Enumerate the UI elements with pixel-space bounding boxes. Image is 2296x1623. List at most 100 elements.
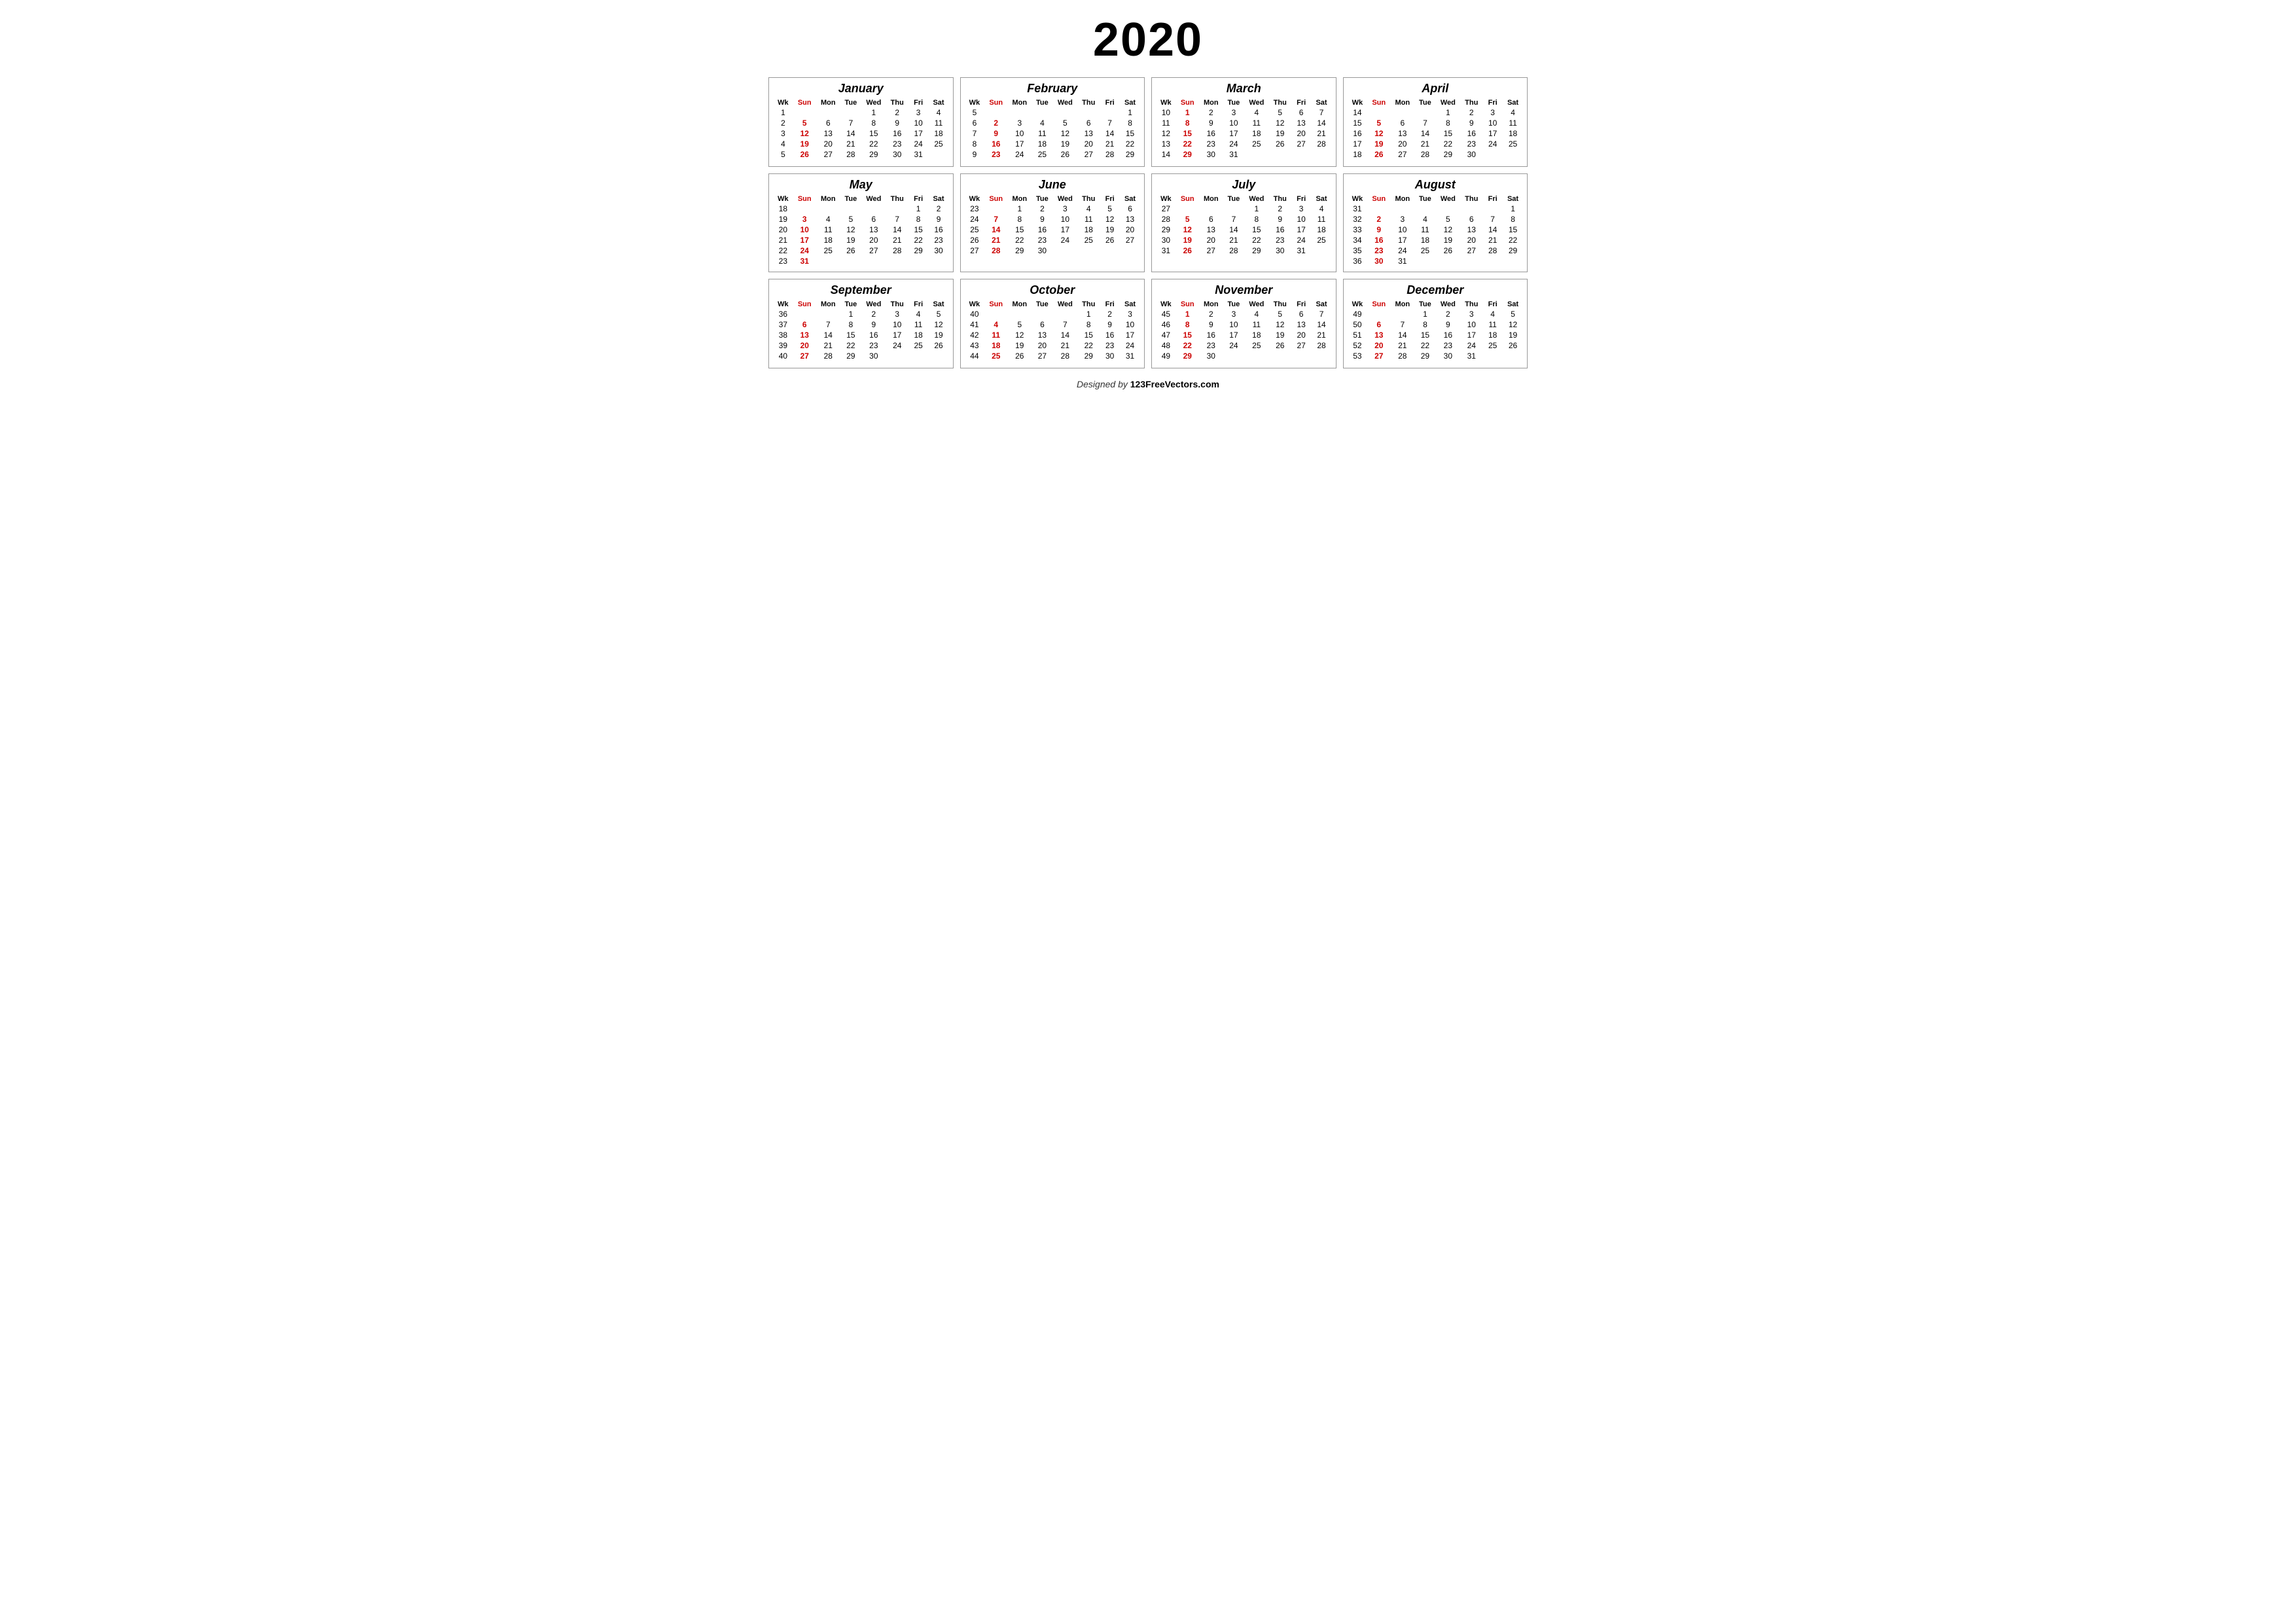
month-title-june: June — [965, 178, 1141, 192]
day-cell: 23 — [861, 340, 886, 351]
day-cell: 12 — [840, 224, 861, 235]
day-cell: 2 — [1199, 107, 1223, 118]
day-cell: 31 — [1390, 256, 1414, 266]
day-cell: 13 — [816, 128, 840, 139]
day-cell — [1312, 361, 1332, 363]
day-cell — [1390, 204, 1414, 214]
day-cell: 1 — [1077, 309, 1100, 319]
day-cell: 5 — [1503, 309, 1523, 319]
day-cell: 16 — [929, 224, 949, 235]
day-cell: 31 — [908, 149, 929, 160]
day-cell: 14 — [840, 128, 861, 139]
day-cell: 10 — [1120, 319, 1140, 330]
week-row: 14293031 — [1156, 149, 1332, 160]
day-cell: 9 — [929, 214, 949, 224]
day-cell: 2 — [886, 107, 908, 118]
day-cell: 8 — [1007, 214, 1031, 224]
week-row: 2478910111213 — [965, 214, 1141, 224]
day-cell: 20 — [1367, 340, 1390, 351]
day-cell: 24 — [1223, 139, 1244, 149]
day-cell — [1100, 361, 1120, 363]
week-number: 5 — [965, 107, 985, 118]
day-cell — [1120, 256, 1140, 257]
day-cell: 4 — [929, 107, 949, 118]
col-header-wed: Wed — [861, 300, 886, 309]
day-cell — [1007, 361, 1031, 363]
week-row: 193456789 — [773, 214, 949, 224]
week-row — [1156, 256, 1332, 257]
day-cell — [908, 160, 929, 161]
col-header-wk: Wk — [965, 300, 985, 309]
day-cell — [816, 160, 840, 161]
day-cell: 7 — [840, 118, 861, 128]
day-cell: 29 — [1176, 351, 1199, 361]
day-cell: 7 — [1223, 214, 1244, 224]
month-block-february: FebruaryWkSunMonTueWedThuFriSat516234567… — [960, 77, 1145, 167]
week-number: 6 — [965, 118, 985, 128]
col-header-fri: Fri — [908, 98, 929, 107]
day-cell — [1367, 309, 1390, 319]
week-number: 19 — [773, 214, 793, 224]
day-cell — [1100, 245, 1120, 256]
col-header-fri: Fri — [908, 194, 929, 204]
day-cell: 26 — [1176, 245, 1199, 256]
week-row: 532728293031 — [1348, 351, 1524, 361]
day-cell: 29 — [1244, 245, 1269, 256]
col-header-mon: Mon — [1199, 194, 1223, 204]
day-cell: 27 — [1367, 351, 1390, 361]
week-number: 49 — [1156, 351, 1176, 361]
month-block-june: June WkSunMonTueWedThuFriSat2312345624789… — [960, 173, 1145, 272]
week-row — [1156, 160, 1332, 161]
day-cell: 26 — [1100, 235, 1120, 245]
col-header-tue: Tue — [1223, 98, 1244, 107]
col-header-wk: Wk — [965, 194, 985, 204]
day-cell: 18 — [1244, 128, 1269, 139]
week-number: 31 — [1156, 245, 1176, 256]
day-cell: 5 — [1367, 118, 1390, 128]
day-cell: 12 — [1503, 319, 1523, 330]
week-row: 5113141516171819 — [1348, 330, 1524, 340]
week-row — [1348, 160, 1524, 161]
day-cell — [1052, 107, 1077, 118]
day-cell — [1291, 361, 1312, 363]
day-cell — [1312, 160, 1332, 161]
day-cell: 22 — [840, 340, 861, 351]
day-cell — [1482, 361, 1503, 363]
day-cell: 24 — [1482, 139, 1503, 149]
day-cell: 27 — [1291, 139, 1312, 149]
day-cell: 8 — [1414, 319, 1435, 330]
day-cell — [840, 256, 861, 266]
day-cell — [1223, 204, 1244, 214]
day-cell — [886, 351, 908, 361]
day-cell — [908, 256, 929, 266]
day-cell: 7 — [1390, 319, 1414, 330]
col-header-wk: Wk — [1156, 194, 1176, 204]
week-number — [965, 256, 985, 257]
day-cell: 12 — [1367, 128, 1390, 139]
day-cell: 7 — [1312, 309, 1332, 319]
day-cell: 22 — [1244, 235, 1269, 245]
month-block-may: MayWkSunMonTueWedThuFriSat18121934567892… — [768, 173, 954, 272]
col-header-mon: Mon — [1390, 194, 1414, 204]
day-cell: 24 — [1223, 340, 1244, 351]
month-table-december: WkSunMonTueWedThuFriSat49123455067891011… — [1348, 300, 1524, 363]
month-table-july: WkSunMonTueWedThuFriSat27123428567891011… — [1156, 194, 1332, 257]
day-cell: 18 — [1077, 224, 1100, 235]
week-row: 506789101112 — [1348, 319, 1524, 330]
day-cell: 15 — [1503, 224, 1523, 235]
day-cell: 25 — [1031, 149, 1052, 160]
col-header-tue: Tue — [1414, 300, 1435, 309]
week-row: 1215161718192021 — [1156, 128, 1332, 139]
month-table-june: WkSunMonTueWedThuFriSat23123456247891011… — [965, 194, 1141, 257]
week-row: 62345678 — [965, 118, 1141, 128]
col-header-tue: Tue — [1031, 300, 1052, 309]
day-cell: 3 — [793, 214, 816, 224]
day-cell: 28 — [984, 245, 1007, 256]
month-table-august: WkSunMonTueWedThuFriSat31132234567833910… — [1348, 194, 1524, 266]
week-number: 8 — [965, 139, 985, 149]
day-cell — [1435, 160, 1460, 161]
col-header-wk: Wk — [773, 300, 793, 309]
col-header-mon: Mon — [1007, 98, 1031, 107]
week-row: 322345678 — [1348, 214, 1524, 224]
day-cell — [1503, 361, 1523, 363]
